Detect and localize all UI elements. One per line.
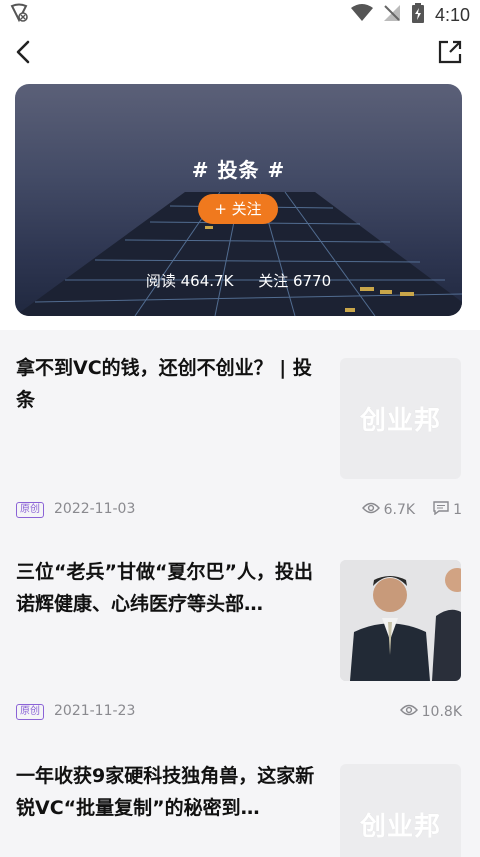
follower-count: 关注 6770 (258, 272, 332, 290)
original-badge: 原创 (16, 502, 44, 518)
brand-logo: 创业邦 (340, 764, 461, 857)
brand-logo-text: 创业邦 (359, 812, 441, 842)
topic-stats: 阅读 464.7K 关注 6770 (15, 270, 462, 291)
topic-title: # 投条 # (191, 158, 286, 182)
article-thumbnail[interactable]: 创业邦 (340, 764, 461, 857)
read-count: 阅读 464.7K (145, 272, 234, 290)
eye-icon (361, 501, 380, 519)
portrait-photo (340, 560, 461, 681)
article-feed: 拿不到VC的钱，还创不创业？ | 投条 创业邦 原创 2022-11-03 6.… (0, 330, 480, 857)
share-icon[interactable] (436, 38, 464, 66)
status-bar: 4:10 (0, 0, 480, 26)
article-card[interactable]: 拿不到VC的钱，还创不创业？ | 投条 创业邦 原创 2022-11-03 6.… (0, 352, 480, 542)
article-date: 2021-11-23 (54, 703, 136, 719)
status-time: 4:10 (434, 4, 470, 25)
article-date: 2022-11-03 (54, 501, 136, 517)
brand-logo-text: 创业邦 (359, 406, 441, 436)
battery-charging-icon (411, 2, 425, 28)
wifi-icon (350, 4, 373, 26)
article-thumbnail[interactable]: 创业邦 (340, 358, 461, 479)
view-count: 6.7K (383, 502, 416, 518)
comment-icon[interactable] (433, 501, 449, 519)
article-card[interactable]: 三位“老兵”甘做“夏尔巴”人，投出诺辉健康、心纬医疗等头部… 原创 2021-1… (0, 556, 480, 746)
back-arrow-icon[interactable] (10, 38, 38, 66)
comment-count: 1 (453, 502, 462, 518)
article-thumbnail[interactable] (340, 560, 461, 681)
article-card[interactable]: 一年收获9家硬科技独角兽，这家新锐VC“批量复制”的秘密到… 创业邦 (0, 760, 480, 857)
topic-banner: # 投条 # + 关注 阅读 464.7K 关注 6770 (15, 84, 462, 316)
original-badge: 原创 (16, 704, 44, 720)
top-navigation (0, 26, 480, 80)
no-signal-icon (383, 4, 401, 26)
view-count: 10.8K (421, 704, 462, 720)
follow-button[interactable]: + 关注 (198, 194, 278, 224)
article-meta: 原创 2022-11-03 6.7K 1 (16, 500, 462, 522)
eye-icon (399, 703, 418, 721)
brand-logo: 创业邦 (340, 358, 461, 479)
article-title[interactable]: 拿不到VC的钱，还创不创业？ | 投条 (16, 352, 316, 416)
article-title[interactable]: 三位“老兵”甘做“夏尔巴”人，投出诺辉健康、心纬医疗等头部… (16, 556, 316, 620)
article-meta: 原创 2021-11-23 10.8K (16, 702, 462, 724)
topic-header: # 投条 # + 关注 阅读 464.7K 关注 6770 (0, 80, 480, 330)
no-sim-shield-icon (8, 3, 30, 27)
article-title[interactable]: 一年收获9家硬科技独角兽，这家新锐VC“批量复制”的秘密到… (16, 760, 316, 824)
